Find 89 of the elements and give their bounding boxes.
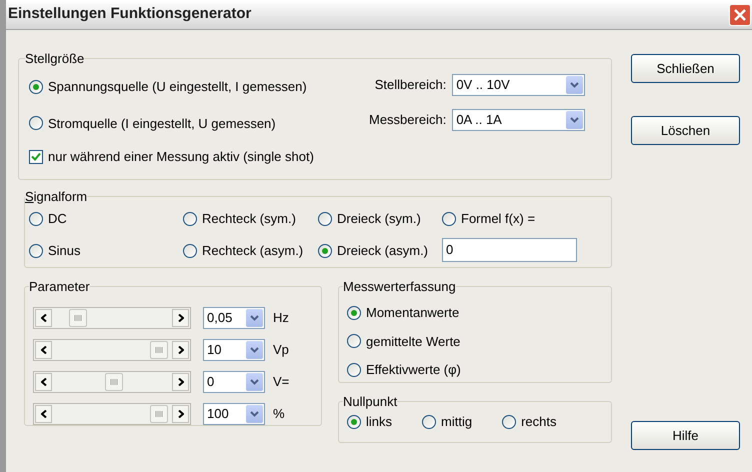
radio-label: Dreieck (sym.) <box>337 210 421 228</box>
radio-label: Spannungsquelle (U eingestellt, I gemessen) <box>48 78 307 96</box>
radio-label: DC <box>48 210 67 228</box>
scroll-right-button[interactable] <box>172 405 189 423</box>
radio-label: Rechteck (sym.) <box>202 210 296 228</box>
radio-button[interactable] <box>29 80 43 94</box>
radio-button[interactable] <box>442 212 456 226</box>
radio-button[interactable] <box>183 244 197 258</box>
radio-label: rechts <box>521 413 556 431</box>
formula-field[interactable]: 0 <box>442 238 577 262</box>
dialog-button[interactable]: Schließen <box>631 54 740 83</box>
unit-label: Hz <box>273 309 289 328</box>
chevron-down-icon[interactable] <box>246 405 263 423</box>
radio-button[interactable] <box>29 212 43 226</box>
dropdown-field[interactable]: 0V .. 10V <box>452 74 586 96</box>
radio-button[interactable] <box>502 414 516 429</box>
radio-button[interactable] <box>29 244 43 258</box>
checkbox-label: nur während einer Messung aktiv (single shot) <box>48 148 314 166</box>
radio-label: Effektivwerte (φ) <box>366 361 461 379</box>
group-title: Nullpunkt <box>343 395 398 408</box>
slider-thumb[interactable] <box>68 309 87 327</box>
chevron-right-icon <box>178 410 184 418</box>
chevron-down-icon[interactable] <box>246 373 263 391</box>
slider-thumb[interactable] <box>104 373 123 391</box>
checkbox[interactable] <box>29 150 43 164</box>
radio-label: Sinus <box>48 242 81 260</box>
unit-label: V= <box>273 373 290 392</box>
radio-button[interactable] <box>347 362 361 377</box>
unit-label: Vp <box>273 341 289 360</box>
dialog-button[interactable]: Löschen <box>631 116 740 145</box>
chevron-left-icon <box>40 410 46 418</box>
group-title: Messwerterfassung <box>343 280 456 293</box>
radio-button[interactable] <box>29 116 43 130</box>
scroll-left-button[interactable] <box>35 405 52 423</box>
horizontal-slider[interactable] <box>33 371 191 393</box>
radio-label: Dreieck (asym.) <box>337 242 428 260</box>
slider-thumb[interactable] <box>150 341 168 359</box>
scroll-left-button[interactable] <box>35 309 52 327</box>
radio-button[interactable] <box>347 334 361 348</box>
grip-icon <box>74 315 82 321</box>
radio-label: gemittelte Werte <box>366 332 460 351</box>
radio-label: links <box>366 413 392 431</box>
scroll-left-button[interactable] <box>35 341 52 359</box>
group-title: Parameter <box>29 280 90 293</box>
unit-label: % <box>273 405 285 424</box>
chevron-down-icon[interactable] <box>246 341 263 359</box>
chevron-right-icon <box>178 314 184 322</box>
radio-button[interactable] <box>347 414 361 429</box>
scroll-right-button[interactable] <box>172 373 189 391</box>
close-icon[interactable] <box>729 4 751 26</box>
grip-icon <box>110 379 118 385</box>
dialog-button[interactable]: Hilfe <box>631 421 740 450</box>
dropdown-field[interactable]: 0 <box>203 371 265 393</box>
chevron-left-icon <box>40 378 46 386</box>
group-title: Signalform <box>25 190 88 203</box>
chevron-down-icon[interactable] <box>566 111 584 129</box>
scroll-left-button[interactable] <box>35 373 52 391</box>
radio-label: mittig <box>441 413 472 431</box>
dropdown-field[interactable]: 0,05 <box>203 307 265 329</box>
chevron-right-icon <box>178 346 184 354</box>
range-label: Messbereich: <box>369 111 446 130</box>
radio-label: Momentanwerte <box>366 304 460 322</box>
group-title: Stellgröße <box>25 52 84 65</box>
radio-button[interactable] <box>318 212 332 226</box>
chevron-down-icon[interactable] <box>566 76 584 94</box>
slider-thumb[interactable] <box>150 405 168 423</box>
chevron-left-icon <box>40 346 46 354</box>
dropdown-field[interactable]: 100 <box>203 403 265 425</box>
radio-label: Rechteck (asym.) <box>202 242 304 260</box>
radio-button[interactable] <box>183 212 197 226</box>
radio-label: Formel f(x) = <box>461 210 536 228</box>
radio-button[interactable] <box>318 244 332 258</box>
horizontal-slider[interactable] <box>33 339 191 361</box>
range-label: Stellbereich: <box>374 76 446 94</box>
chevron-right-icon <box>178 378 184 386</box>
radio-button[interactable] <box>347 306 361 320</box>
scroll-right-button[interactable] <box>172 341 189 359</box>
horizontal-slider[interactable] <box>33 403 191 425</box>
grip-icon <box>154 411 163 417</box>
radio-label: Stromquelle (I eingestellt, U gemessen) <box>48 114 276 133</box>
dropdown-field[interactable]: 10 <box>203 339 265 361</box>
window-title: Einstellungen Funktionsgenerator <box>8 4 252 24</box>
chevron-down-icon[interactable] <box>246 309 263 327</box>
radio-button[interactable] <box>422 414 436 429</box>
scroll-right-button[interactable] <box>172 309 189 327</box>
dropdown-field[interactable]: 0A .. 1A <box>452 109 586 131</box>
grip-icon <box>154 347 163 353</box>
horizontal-slider[interactable] <box>33 307 191 329</box>
chevron-left-icon <box>40 314 46 322</box>
